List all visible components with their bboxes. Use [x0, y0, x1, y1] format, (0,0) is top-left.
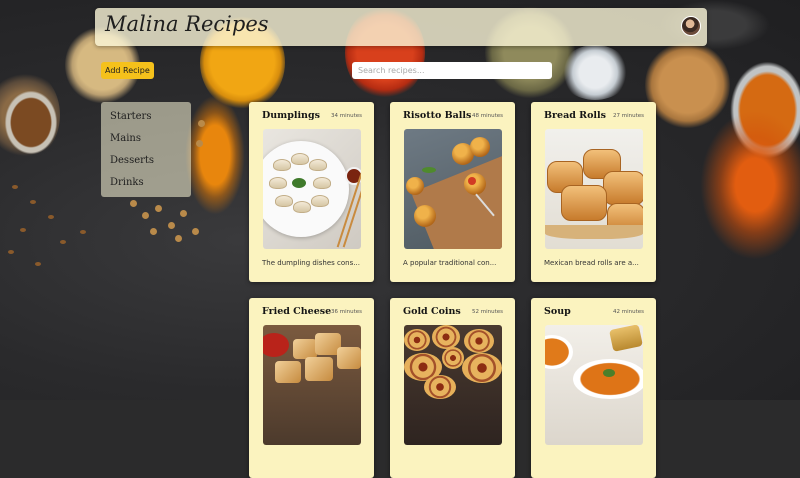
category-mains[interactable]: Mains	[110, 133, 141, 144]
recipe-time: 48 minutes	[471, 113, 503, 119]
recipe-photo	[263, 325, 361, 445]
app-header: Malina Recipes	[95, 8, 707, 46]
recipe-photo	[263, 129, 361, 249]
recipe-photo	[545, 325, 643, 445]
recipe-time: 42 minutes	[612, 309, 644, 315]
recipe-name: Bread Rolls	[544, 110, 606, 121]
recipe-name: Soup	[544, 306, 571, 317]
recipe-description: A popular traditional con...	[403, 259, 497, 267]
recipe-name: Dumplings	[262, 110, 320, 121]
recipe-photo	[404, 325, 502, 445]
category-sidebar: Starters Mains Desserts Drinks	[101, 102, 191, 197]
recipe-description: Mexican bread rolls are a...	[544, 259, 639, 267]
recipe-time: 36 minutes	[330, 309, 362, 315]
recipe-time: 34 minutes	[330, 113, 362, 119]
search-input[interactable]	[352, 62, 552, 79]
recipe-card-risotto-balls[interactable]: Risotto Balls 48 minutes A popular tradi…	[390, 102, 515, 282]
recipe-name: Risotto Balls	[403, 110, 472, 121]
recipe-photo	[404, 129, 502, 249]
recipe-name: Gold Coins	[403, 306, 461, 317]
category-starters[interactable]: Starters	[110, 111, 151, 122]
recipe-time: 52 minutes	[471, 309, 503, 315]
recipe-name: Fried Cheese	[262, 306, 332, 317]
add-recipe-button[interactable]: Add Recipe	[101, 62, 154, 79]
recipe-time: 27 minutes	[612, 113, 644, 119]
recipe-card-fried-cheese[interactable]: Fried Cheese 36 minutes	[249, 298, 374, 478]
category-desserts[interactable]: Desserts	[110, 155, 154, 166]
recipe-description: The dumpling dishes cons...	[262, 259, 360, 267]
category-drinks[interactable]: Drinks	[110, 177, 144, 188]
recipe-card-soup[interactable]: Soup 42 minutes	[531, 298, 656, 478]
recipe-card-dumplings[interactable]: Dumplings 34 minutes The dumpling dishes…	[249, 102, 374, 282]
recipe-card-bread-rolls[interactable]: Bread Rolls 27 minutes Mexican bread rol…	[531, 102, 656, 282]
recipe-card-gold-coins[interactable]: Gold Coins 52 minutes	[390, 298, 515, 478]
avatar[interactable]	[681, 16, 701, 36]
recipe-photo	[545, 129, 643, 249]
site-title[interactable]: Malina Recipes	[105, 12, 269, 36]
